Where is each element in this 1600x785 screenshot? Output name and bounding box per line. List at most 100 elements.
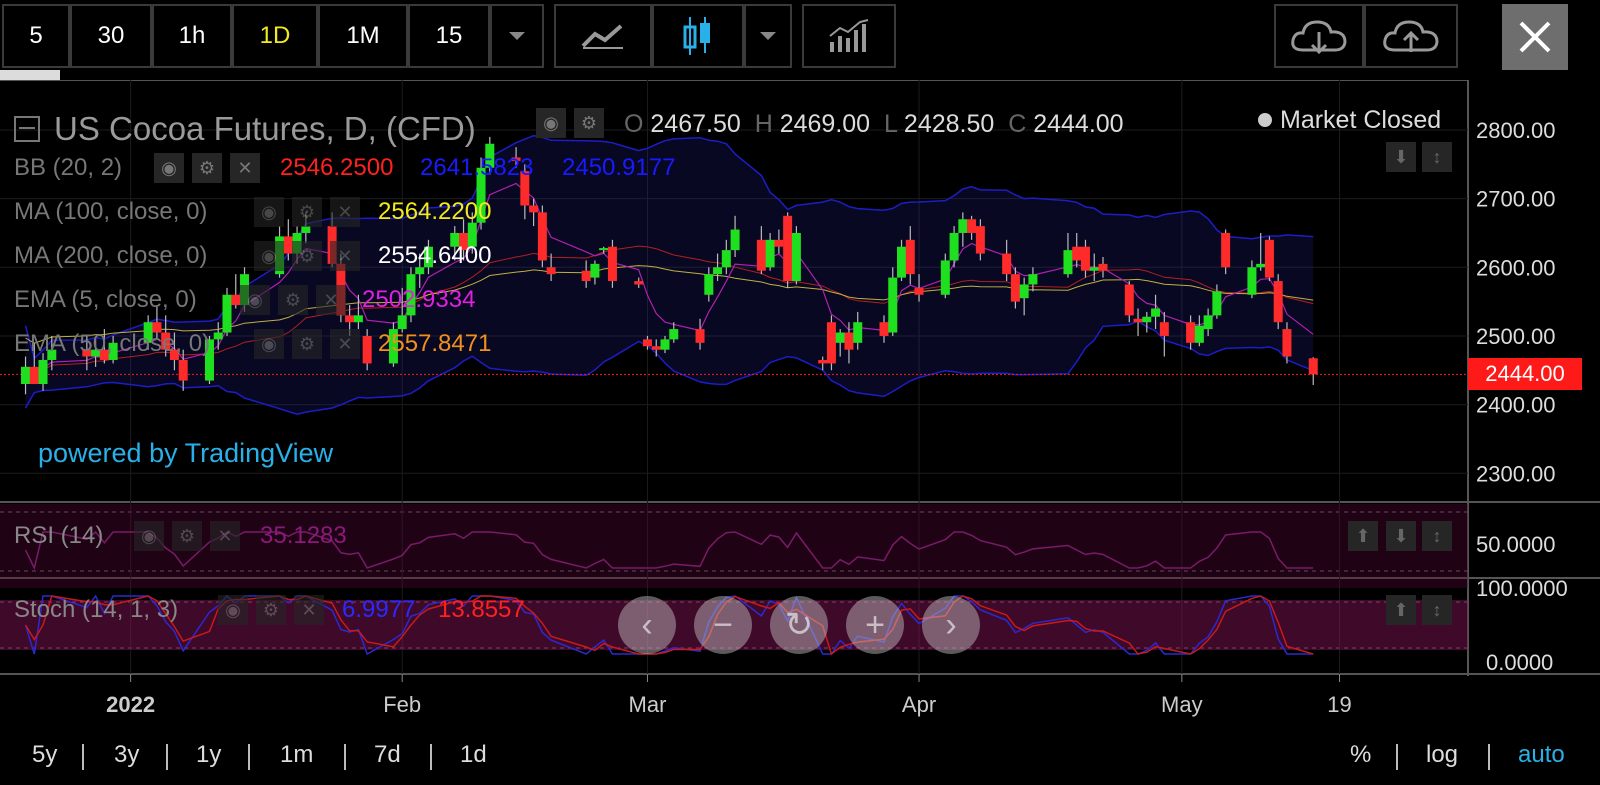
candle — [537, 205, 547, 268]
candle-body — [546, 267, 556, 275]
save-chart-button[interactable] — [1364, 4, 1458, 68]
time-tick-label: 2022 — [106, 692, 155, 717]
line-chart-icon — [581, 24, 623, 49]
interval-1m-button[interactable]: 1M — [318, 4, 408, 68]
arrow-up-icon[interactable]: ⬆ — [1348, 521, 1378, 551]
time-tick-label: Apr — [902, 692, 936, 717]
interval-1h-button[interactable]: 1h — [152, 4, 232, 68]
candle-body — [949, 232, 959, 261]
interval-dropdown-button[interactable] — [490, 4, 544, 68]
candle-body — [38, 359, 48, 385]
gear-icon[interactable]: ⚙ — [172, 521, 202, 551]
candle-body — [975, 226, 985, 254]
rsi-axis-label: 50.0000 — [1476, 532, 1556, 557]
close-button[interactable] — [1502, 4, 1568, 70]
candle-body — [844, 332, 854, 350]
chart-type-dropdown-button[interactable] — [744, 4, 792, 68]
stoch-k-value: 6.9977 — [342, 596, 416, 623]
candle-body — [362, 335, 372, 364]
interval-15-button[interactable]: 15 — [408, 4, 490, 68]
separator — [344, 744, 346, 770]
reset-button[interactable]: ↻ — [770, 596, 828, 654]
eye-icon[interactable]: ◉ — [254, 197, 284, 227]
resize-icon[interactable]: ↕ — [1422, 521, 1452, 551]
zoom-in-button[interactable]: + — [846, 596, 904, 654]
eye-icon[interactable]: ◉ — [240, 285, 270, 315]
eye-icon[interactable]: ◉ — [254, 329, 284, 359]
candlestick-icon — [683, 17, 710, 55]
indicators-button[interactable] — [802, 4, 896, 68]
candle-body — [213, 332, 223, 340]
close-icon[interactable]: ✕ — [316, 285, 346, 315]
zoom-out-button[interactable]: − — [694, 596, 752, 654]
chevron-down-icon — [760, 32, 776, 40]
range-3y-button[interactable]: 3y — [114, 738, 139, 772]
range-1m-button[interactable]: 1m — [280, 738, 313, 772]
gear-icon[interactable]: ⚙ — [292, 197, 322, 227]
candle-body — [1089, 267, 1099, 271]
ma200-value: 2554.6400 — [378, 242, 492, 269]
eye-icon[interactable]: ◉ — [218, 595, 248, 625]
arrow-down-icon[interactable]: ⬇ — [1386, 142, 1416, 172]
chart-area[interactable]: 2800.00 2700.00 2600.00 2500.00 2400.00 2300.… — [0, 79, 1600, 780]
gear-icon[interactable]: ⚙ — [292, 329, 322, 359]
eye-icon[interactable]: ◉ — [154, 153, 184, 183]
timeline-scroll-handle[interactable] — [0, 70, 60, 80]
interval-5-button[interactable]: 5 — [2, 4, 70, 68]
candle-body — [607, 246, 617, 282]
minus-icon: − — [713, 605, 733, 644]
candle-body — [713, 267, 723, 275]
eye-icon[interactable]: ◉ — [536, 108, 566, 138]
close-icon[interactable]: ✕ — [210, 521, 240, 551]
load-chart-button[interactable] — [1274, 4, 1364, 68]
rsi-value: 35.1283 — [260, 522, 347, 549]
close-icon[interactable]: ✕ — [330, 329, 360, 359]
candle-body — [590, 263, 600, 278]
close-icon[interactable]: ✕ — [330, 197, 360, 227]
ma100-label: MA (100, close, 0) — [14, 198, 208, 225]
price-chart[interactable]: 2800.00 2700.00 2600.00 2500.00 2400.00 2300.… — [0, 79, 1600, 780]
arrow-down-icon[interactable]: ⬇ — [1386, 521, 1416, 551]
collapse-legend-icon[interactable] — [14, 116, 40, 142]
candle-body — [1273, 281, 1283, 323]
candle-chart-button[interactable] — [652, 4, 744, 68]
close-icon[interactable]: ✕ — [294, 595, 324, 625]
bb-label: BB (20, 2) — [14, 154, 123, 181]
rsi-label: RSI (14) — [14, 522, 104, 549]
range-5y-button[interactable]: 5y — [32, 738, 57, 772]
candle — [1308, 357, 1318, 386]
price-tick-label: 2400.00 — [1476, 393, 1556, 418]
candle-body — [231, 294, 241, 306]
gear-icon[interactable]: ⚙ — [256, 595, 286, 625]
scroll-left-button[interactable]: ‹ — [618, 596, 676, 654]
range-1y-button[interactable]: 1y — [196, 738, 221, 772]
resize-icon[interactable]: ↕ — [1422, 142, 1452, 172]
interval-30-button[interactable]: 30 — [70, 4, 152, 68]
arrow-up-icon[interactable]: ⬆ — [1386, 595, 1416, 625]
gear-icon[interactable]: ⚙ — [292, 241, 322, 271]
candle-body — [1221, 232, 1231, 268]
candle-body — [756, 239, 766, 271]
range-7d-button[interactable]: 7d — [374, 738, 401, 772]
candle-body — [1194, 325, 1204, 343]
gear-icon[interactable]: ⚙ — [278, 285, 308, 315]
scroll-right-button[interactable]: › — [922, 596, 980, 654]
percent-scale-button[interactable]: % — [1350, 738, 1371, 772]
auto-scale-button[interactable]: auto — [1518, 738, 1565, 772]
line-chart-button[interactable] — [554, 4, 652, 68]
gear-icon[interactable]: ⚙ — [192, 153, 222, 183]
log-scale-button[interactable]: log — [1426, 738, 1458, 772]
candle-body — [791, 232, 801, 282]
close-icon — [1519, 21, 1551, 53]
resize-icon[interactable]: ↕ — [1422, 595, 1452, 625]
range-1d-button[interactable]: 1d — [460, 738, 487, 772]
interval-1d-button[interactable]: 1D — [232, 4, 318, 68]
tradingview-watermark[interactable]: powered by TradingView — [38, 438, 333, 469]
close-icon[interactable]: ✕ — [330, 241, 360, 271]
candle-body — [537, 212, 547, 261]
gear-icon[interactable]: ⚙ — [574, 108, 604, 138]
eye-icon[interactable]: ◉ — [254, 241, 284, 271]
candle-body — [888, 277, 898, 333]
eye-icon[interactable]: ◉ — [134, 521, 164, 551]
close-icon[interactable]: ✕ — [230, 153, 260, 183]
